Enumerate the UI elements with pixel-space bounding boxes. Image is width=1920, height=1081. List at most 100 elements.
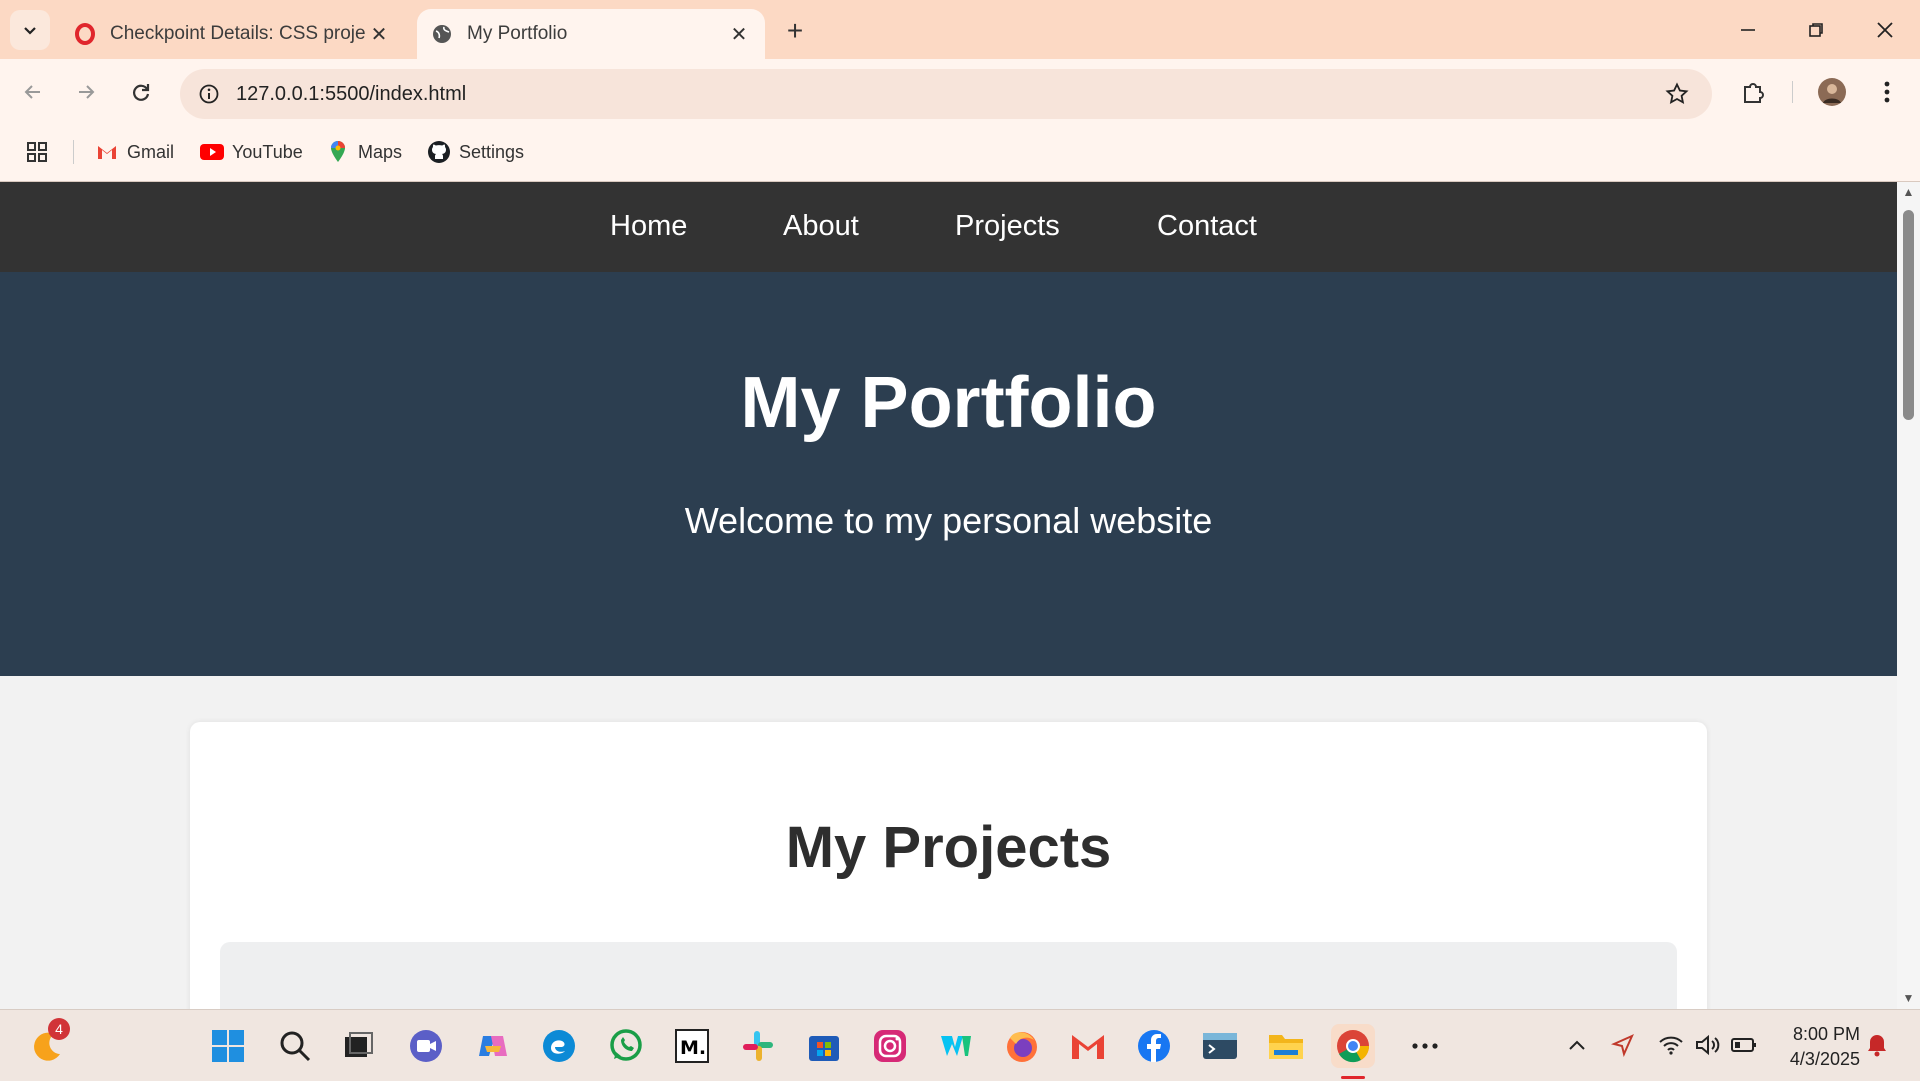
hero-title: My Portfolio [740, 363, 1157, 443]
whatsapp-icon [610, 1029, 642, 1061]
bookmark-label: YouTube [232, 141, 303, 162]
extensions-button[interactable] [1734, 73, 1772, 111]
nav-link-about[interactable]: About [783, 210, 859, 243]
store-button[interactable] [802, 1024, 846, 1068]
gmail-app-button[interactable] [1066, 1024, 1110, 1068]
close-tab-icon[interactable]: ✕ [365, 20, 393, 48]
location-indicator[interactable] [1608, 1030, 1638, 1060]
bell-icon [1868, 1035, 1886, 1057]
site-nav: Home About Projects Contact [0, 182, 1897, 272]
nav-link-contact[interactable]: Contact [1157, 210, 1257, 243]
close-icon [1877, 22, 1893, 38]
bookmark-label: Gmail [127, 141, 175, 162]
github-icon [427, 140, 451, 164]
reload-icon [133, 84, 150, 101]
back-button[interactable] [14, 73, 52, 111]
hero-section: My Portfolio Welcome to my personal webs… [0, 272, 1897, 676]
opera-icon [74, 23, 96, 45]
edge-button[interactable] [537, 1024, 581, 1068]
restore-button[interactable] [1786, 8, 1846, 52]
facebook-icon [1138, 1030, 1170, 1062]
menu-button[interactable] [1868, 73, 1906, 111]
arrow-right-icon [79, 85, 95, 99]
new-tab-button[interactable]: + [778, 14, 812, 48]
webstorm-button[interactable] [934, 1024, 978, 1068]
bookmark-gmail[interactable]: Gmail [95, 137, 174, 167]
page-viewport: Home About Projects Contact My Portfolio… [0, 182, 1897, 1009]
youtube-icon [200, 140, 224, 164]
more-horizontal-icon [1412, 1043, 1438, 1049]
apps-button[interactable] [26, 137, 48, 167]
bookmark-label: Settings [459, 141, 525, 162]
copilot-button[interactable] [471, 1024, 515, 1068]
address-bar[interactable]: 127.0.0.1:5500/index.html [180, 69, 1712, 119]
task-view-button[interactable] [336, 1024, 380, 1068]
instagram-button[interactable] [868, 1024, 912, 1068]
notification-badge: 4 [48, 1018, 70, 1040]
battery-icon [1731, 1038, 1756, 1052]
site-info-icon[interactable] [194, 79, 224, 109]
url-text: 127.0.0.1:5500/index.html [236, 82, 467, 105]
tab-title: Checkpoint Details: CSS project [110, 23, 365, 44]
page-scrollbar[interactable]: ▲ ▼ [1897, 182, 1920, 1009]
more-apps-button[interactable] [1403, 1024, 1447, 1068]
edge-icon [543, 1030, 575, 1062]
minimize-button[interactable] [1718, 8, 1778, 52]
speaker-icon [1696, 1034, 1720, 1056]
maps-icon [326, 140, 350, 164]
medium-button[interactable]: M. [670, 1024, 714, 1068]
scroll-down-arrow-icon[interactable]: ▼ [1901, 991, 1916, 1005]
close-tab-icon[interactable]: ✕ [725, 20, 753, 48]
bookmark-star-icon[interactable] [1662, 79, 1692, 109]
facebook-button[interactable] [1132, 1024, 1176, 1068]
file-explorer-button[interactable] [1264, 1024, 1308, 1068]
tab-bar: Checkpoint Details: CSS project ✕ My Por… [0, 0, 1920, 59]
hero-subtitle: Welcome to my personal website [684, 500, 1213, 541]
gmail-icon [95, 140, 119, 164]
project-card [220, 942, 1677, 1009]
chevron-up-icon [1569, 1040, 1585, 1050]
volume-indicator[interactable] [1692, 1030, 1722, 1060]
start-button[interactable] [206, 1024, 250, 1068]
bookmarks-divider [73, 140, 74, 164]
terminal-button[interactable] [1198, 1024, 1242, 1068]
browser-toolbar: 127.0.0.1:5500/index.html [0, 59, 1920, 124]
profile-avatar[interactable] [1813, 73, 1851, 111]
folder-icon [1269, 1035, 1303, 1059]
bookmark-settings[interactable]: Settings [427, 137, 524, 167]
scrollbar-thumb[interactable] [1903, 210, 1914, 420]
bookmark-label: Maps [358, 141, 403, 162]
show-hidden-icons-button[interactable] [1562, 1030, 1592, 1060]
slack-button[interactable] [736, 1024, 780, 1068]
forward-button[interactable] [67, 73, 105, 111]
bookmarks-bar: Gmail YouTube Maps Settings [0, 124, 1920, 182]
medium-icon: M. [675, 1029, 709, 1063]
firefox-button[interactable] [1000, 1024, 1044, 1068]
webstorm-icon [941, 1036, 971, 1056]
chrome-button[interactable] [1331, 1024, 1375, 1068]
notification-button[interactable] [1862, 1030, 1892, 1060]
more-vertical-icon [1884, 81, 1890, 103]
avatar [1818, 78, 1846, 106]
scroll-up-arrow-icon[interactable]: ▲ [1901, 185, 1916, 199]
search-button[interactable] [273, 1024, 317, 1068]
battery-indicator[interactable] [1729, 1030, 1759, 1060]
tab-search-button[interactable] [10, 10, 50, 50]
tab-my-portfolio[interactable]: My Portfolio ✕ [417, 9, 765, 59]
puzzle-icon [1744, 83, 1764, 103]
nav-link-projects[interactable]: Projects [955, 210, 1060, 243]
whatsapp-button[interactable] [604, 1024, 648, 1068]
wifi-indicator[interactable] [1656, 1030, 1686, 1060]
nav-link-home[interactable]: Home [610, 210, 687, 243]
close-window-button[interactable] [1855, 8, 1915, 52]
clock-date: 4/3/2025 [1789, 1049, 1860, 1069]
bookmark-maps[interactable]: Maps [326, 137, 402, 167]
taskbar-clock[interactable]: 8:00 PM 4/3/2025 [1770, 1022, 1860, 1072]
chevron-down-icon [24, 27, 36, 35]
reload-button[interactable] [122, 73, 160, 111]
windows-icon [212, 1030, 244, 1062]
teams-button[interactable] [404, 1024, 448, 1068]
bookmark-youtube[interactable]: YouTube [200, 137, 303, 167]
copilot-icon [479, 1036, 507, 1056]
tab-checkpoint[interactable]: Checkpoint Details: CSS project ✕ [60, 9, 405, 59]
